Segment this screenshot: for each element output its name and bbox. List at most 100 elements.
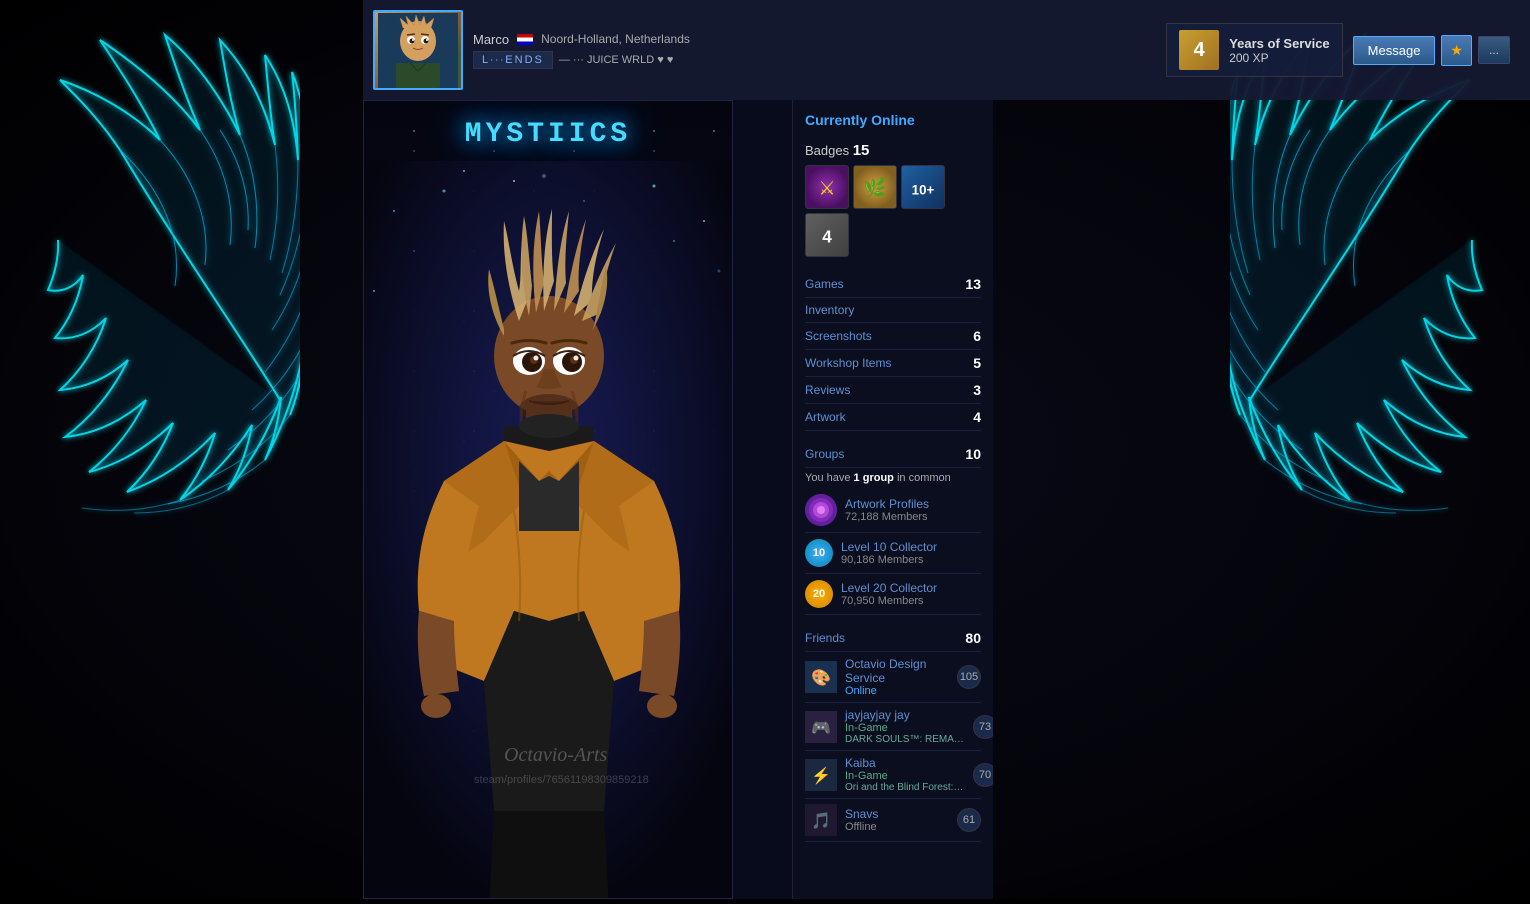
- figure-area: Octavio-Arts steam/profiles/765611983098…: [364, 161, 732, 898]
- friend-mutual: 105: [957, 665, 981, 689]
- collector-info: Level 20 Collector 70,950 Members: [841, 581, 981, 607]
- years-of-service: 4 Years of Service 200 XP: [1166, 23, 1342, 77]
- workshop-stat[interactable]: Workshop Items 5: [805, 350, 981, 377]
- group-item-artwork-profiles[interactable]: Artwork Profiles 72,188 Members: [805, 488, 981, 533]
- svg-text:🎮: 🎮: [811, 720, 831, 737]
- friend-status: Online: [845, 685, 949, 697]
- location: Noord-Holland, Netherlands: [541, 32, 690, 46]
- friend-avatar: 🎮: [805, 711, 837, 743]
- friend-name: Snavs: [845, 807, 949, 821]
- friend-item-3[interactable]: ⚡ Kaiba In-Game Ori and the Blind Forest…: [805, 751, 981, 799]
- badge-item[interactable]: ⚔: [805, 165, 849, 209]
- collector-members: 70,950 Members: [841, 595, 981, 607]
- svg-text:Octavio-Arts: Octavio-Arts: [504, 744, 608, 766]
- friend-item-2[interactable]: 🎮 jayjayjay jay In-Game DARK SOULS™: REM…: [805, 703, 981, 751]
- games-count: 13: [965, 276, 981, 292]
- inventory-label: Inventory: [805, 303, 854, 317]
- avatar[interactable]: [373, 10, 463, 90]
- groups-count: 10: [965, 446, 981, 462]
- game-bar: L∙∙∙ENDS — ··· JUICE WRLD ♥ ♥: [473, 51, 1156, 69]
- games-label: Games: [805, 277, 844, 291]
- collector-info: Level 10 Collector 90,186 Members: [841, 540, 981, 566]
- svg-text:⚔: ⚔: [818, 179, 835, 200]
- friend-status: In-Game: [845, 770, 965, 782]
- group-info: Artwork Profiles 72,188 Members: [845, 497, 929, 523]
- badges-row: ⚔ 🌿 10+: [805, 165, 981, 257]
- group-item-level20[interactable]: 20 Level 20 Collector 70,950 Members: [805, 574, 981, 615]
- flag-icon: [517, 34, 533, 45]
- badge-item[interactable]: 🌿: [853, 165, 897, 209]
- badges-header: Badges 15: [805, 142, 981, 159]
- collector-badge-20: 20: [805, 580, 833, 608]
- friends-label: Friends: [805, 631, 845, 645]
- profile-info: Marco Noord-Holland, Netherlands L∙∙∙END…: [473, 27, 1156, 74]
- gift-button[interactable]: ★: [1441, 35, 1472, 66]
- friend-game: Ori and the Blind Forest: Definitive...: [845, 782, 965, 793]
- friend-mutual: 73: [973, 715, 993, 739]
- groups-common-text: You have 1 group in common: [805, 472, 981, 484]
- svg-text:steam/profiles/765611983098592: steam/profiles/76561198309859218: [474, 774, 649, 786]
- friend-info: jayjayjay jay In-Game DARK SOULS™: REMAS…: [845, 708, 965, 745]
- group-name: Artwork Profiles: [845, 497, 929, 511]
- artwork-showcase: MYSTIICS: [363, 100, 733, 899]
- workshop-label: Workshop Items: [805, 356, 891, 370]
- inventory-stat[interactable]: Inventory: [805, 298, 981, 323]
- groups-stat[interactable]: Groups 10: [805, 441, 981, 468]
- badges-section: Badges 15 ⚔: [805, 142, 981, 257]
- badges-count: 15: [853, 142, 870, 159]
- reviews-stat[interactable]: Reviews 3: [805, 377, 981, 404]
- showcase-title: MYSTIICS: [364, 119, 732, 150]
- years-count: 4: [1179, 30, 1219, 70]
- profile-sidebar: Currently Online Badges 15 ⚔: [793, 100, 993, 899]
- screenshots-stat[interactable]: Screenshots 6: [805, 323, 981, 350]
- svg-text:🎵: 🎵: [811, 812, 831, 830]
- reviews-label: Reviews: [805, 383, 850, 397]
- svg-text:10+: 10+: [912, 183, 935, 198]
- svg-text:🌿: 🌿: [863, 177, 887, 200]
- years-xp: 200 XP: [1229, 51, 1329, 65]
- collector-badge-10: 10: [805, 539, 833, 567]
- svg-text:4: 4: [822, 227, 832, 247]
- collector-name: Level 20 Collector: [841, 581, 981, 595]
- friends-section: Friends 80 🎨 Octavio Design Service Onli…: [805, 625, 981, 842]
- collector-name: Level 10 Collector: [841, 540, 981, 554]
- svg-text:🎨: 🎨: [811, 668, 831, 687]
- friend-info: Snavs Offline: [845, 807, 949, 833]
- group-avatar: [805, 494, 837, 526]
- friend-name: Kaiba: [845, 756, 965, 770]
- friend-status: Offline: [845, 821, 949, 833]
- artwork-count: 4: [973, 409, 981, 425]
- group-item-level10[interactable]: 10 Level 10 Collector 90,186 Members: [805, 533, 981, 574]
- badge-item[interactable]: 4: [805, 213, 849, 257]
- workshop-count: 5: [973, 355, 981, 371]
- message-button[interactable]: Message: [1353, 36, 1436, 65]
- groups-section: Groups 10 You have 1 group in common: [805, 441, 981, 615]
- friend-game: DARK SOULS™: REMASTERED: [845, 734, 965, 745]
- badge-item[interactable]: 10+: [901, 165, 945, 209]
- years-label: Years of Service: [1229, 36, 1329, 51]
- more-button[interactable]: ...: [1478, 36, 1510, 64]
- song-text: — ··· JUICE WRLD ♥ ♥: [559, 54, 674, 66]
- screenshots-count: 6: [973, 328, 981, 344]
- top-bar: Marco Noord-Holland, Netherlands L∙∙∙END…: [363, 0, 1530, 100]
- screenshots-label: Screenshots: [805, 329, 872, 343]
- friend-avatar: 🎵: [805, 804, 837, 836]
- reviews-count: 3: [973, 382, 981, 398]
- friend-item-4[interactable]: 🎵 Snavs Offline 61: [805, 799, 981, 842]
- friend-avatar: ⚡: [805, 759, 837, 791]
- friend-name: jayjayjay jay: [845, 708, 965, 722]
- group-members: 72,188 Members: [845, 511, 929, 523]
- friend-avatar: 🎨: [805, 661, 837, 693]
- friend-mutual: 70: [973, 763, 993, 787]
- friend-mutual: 61: [957, 808, 981, 832]
- friends-stat[interactable]: Friends 80: [805, 625, 981, 652]
- friend-name: Octavio Design Service: [845, 657, 949, 685]
- artwork-stat[interactable]: Artwork 4: [805, 404, 981, 431]
- friend-info: Kaiba In-Game Ori and the Blind Forest: …: [845, 756, 965, 793]
- game-tag: L∙∙∙ENDS: [473, 51, 553, 69]
- groups-label: Groups: [805, 447, 844, 461]
- friend-info: Octavio Design Service Online: [845, 657, 949, 697]
- username: Marco: [473, 32, 509, 47]
- games-stat[interactable]: Games 13: [805, 271, 981, 298]
- friend-item-1[interactable]: 🎨 Octavio Design Service Online 105: [805, 652, 981, 703]
